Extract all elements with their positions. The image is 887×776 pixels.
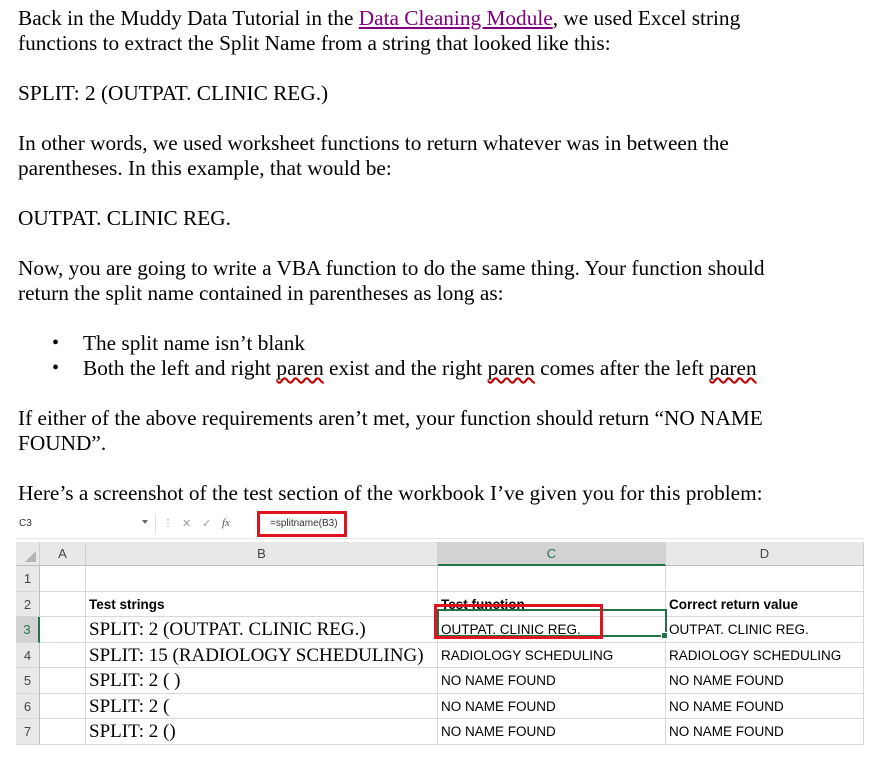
select-all-corner[interactable]	[16, 542, 40, 566]
insert-function-icon[interactable]: fx	[222, 517, 230, 529]
cell-c1[interactable]	[438, 566, 666, 592]
cell-d2[interactable]: Correct return value	[666, 591, 864, 617]
cell-b5[interactable]: SPLIT: 2 ( )	[86, 668, 438, 694]
cell-c6[interactable]: NO NAME FOUND	[438, 693, 666, 719]
document-body: Back in the Muddy Data Tutorial in the D…	[18, 6, 878, 506]
row-header-1[interactable]: 1	[16, 566, 40, 592]
sample-string: SPLIT: 2 (OUTPAT. CLINIC REG.)	[18, 81, 329, 105]
row-header-4[interactable]: 4	[16, 642, 40, 668]
cell-d3[interactable]: OUTPAT. CLINIC REG.	[666, 617, 864, 643]
column-header-c[interactable]: C	[438, 542, 666, 566]
cell-b2[interactable]: Test strings	[86, 591, 438, 617]
row-header-2[interactable]: 2	[16, 591, 40, 617]
cell-a1[interactable]	[40, 566, 86, 592]
cell-b6[interactable]: SPLIT: 2 (	[86, 693, 438, 719]
chevron-down-icon[interactable]	[142, 520, 148, 524]
explanation-paragraph: In other words, we used worksheet functi…	[18, 131, 878, 181]
fallback-paragraph: If either of the above requirements aren…	[18, 406, 878, 456]
explanation-line2: parentheses. In this example, that would…	[18, 156, 392, 180]
row-header-3[interactable]: 3	[16, 617, 40, 643]
task-paragraph: Now, you are going to write a VBA functi…	[18, 256, 878, 306]
check-icon[interactable]: ✓	[202, 518, 211, 530]
cell-b4[interactable]: SPLIT: 15 (RADIOLOGY SCHEDULING)	[86, 642, 438, 668]
requirement-item: The split name isn’t blank	[18, 331, 878, 356]
column-header-d[interactable]: D	[666, 542, 864, 566]
grip-icon: ⋮	[163, 518, 173, 529]
spellcheck-word: paren	[276, 356, 324, 380]
excel-screenshot: C3 ⋮ ✕ ✓ fx =splitname(B3) A B C D 1 2 Tes…	[16, 510, 864, 745]
fallback-line2: FOUND”.	[18, 431, 107, 455]
intro-text-after: , we used Excel string	[552, 6, 741, 30]
cell-b3[interactable]: SPLIT: 2 (OUTPAT. CLINIC REG.)	[86, 617, 438, 643]
spellcheck-word: paren	[487, 356, 535, 380]
formula-highlight-box	[257, 511, 347, 537]
cell-d1[interactable]	[666, 566, 864, 592]
cell-d7[interactable]: NO NAME FOUND	[666, 719, 864, 745]
column-header-a[interactable]: A	[40, 542, 86, 566]
task-line1: Now, you are going to write a VBA functi…	[18, 256, 765, 280]
cell-c5[interactable]: NO NAME FOUND	[438, 668, 666, 694]
example-result: OUTPAT. CLINIC REG.	[18, 206, 231, 230]
cell-a6[interactable]	[40, 693, 86, 719]
cell-d6[interactable]: NO NAME FOUND	[666, 693, 864, 719]
requirement-item: Both the left and right paren exist and …	[18, 356, 878, 381]
row-header-6[interactable]: 6	[16, 693, 40, 719]
cell-c4[interactable]: RADIOLOGY SCHEDULING	[438, 642, 666, 668]
cell-a3[interactable]	[40, 617, 86, 643]
task-line2: return the split name contained in paren…	[18, 281, 504, 305]
cell-c7[interactable]: NO NAME FOUND	[438, 719, 666, 745]
cell-a4[interactable]	[40, 642, 86, 668]
screenshot-intro: Here’s a screenshot of the test section …	[18, 481, 763, 505]
cell-a5[interactable]	[40, 668, 86, 694]
intro-paragraph: Back in the Muddy Data Tutorial in the D…	[18, 6, 878, 56]
fallback-line1: If either of the above requirements aren…	[18, 406, 763, 430]
row-header-7[interactable]: 7	[16, 719, 40, 745]
intro-text-line2: functions to extract the Split Name from…	[18, 31, 611, 55]
cell-highlight-box	[434, 604, 603, 639]
cell-a2[interactable]	[40, 591, 86, 617]
data-cleaning-module-link[interactable]: Data Cleaning Module	[359, 6, 553, 30]
cell-d4[interactable]: RADIOLOGY SCHEDULING	[666, 642, 864, 668]
cell-b7[interactable]: SPLIT: 2 ()	[86, 719, 438, 745]
cell-b1[interactable]	[86, 566, 438, 592]
cancel-icon[interactable]: ✕	[182, 518, 191, 530]
requirements-list: The split name isn’t blank Both the left…	[18, 331, 878, 381]
column-header-b[interactable]: B	[86, 542, 438, 566]
intro-text: Back in the Muddy Data Tutorial in the	[18, 6, 359, 30]
cell-a7[interactable]	[40, 719, 86, 745]
fill-handle[interactable]	[661, 632, 668, 639]
spellcheck-word: paren	[709, 356, 757, 380]
formula-bar: C3 ⋮ ✕ ✓ fx =splitname(B3)	[16, 510, 864, 539]
explanation-line1: In other words, we used worksheet functi…	[18, 131, 729, 155]
row-header-5[interactable]: 5	[16, 668, 40, 694]
cell-d5[interactable]: NO NAME FOUND	[666, 668, 864, 694]
name-box[interactable]: C3	[16, 514, 156, 534]
